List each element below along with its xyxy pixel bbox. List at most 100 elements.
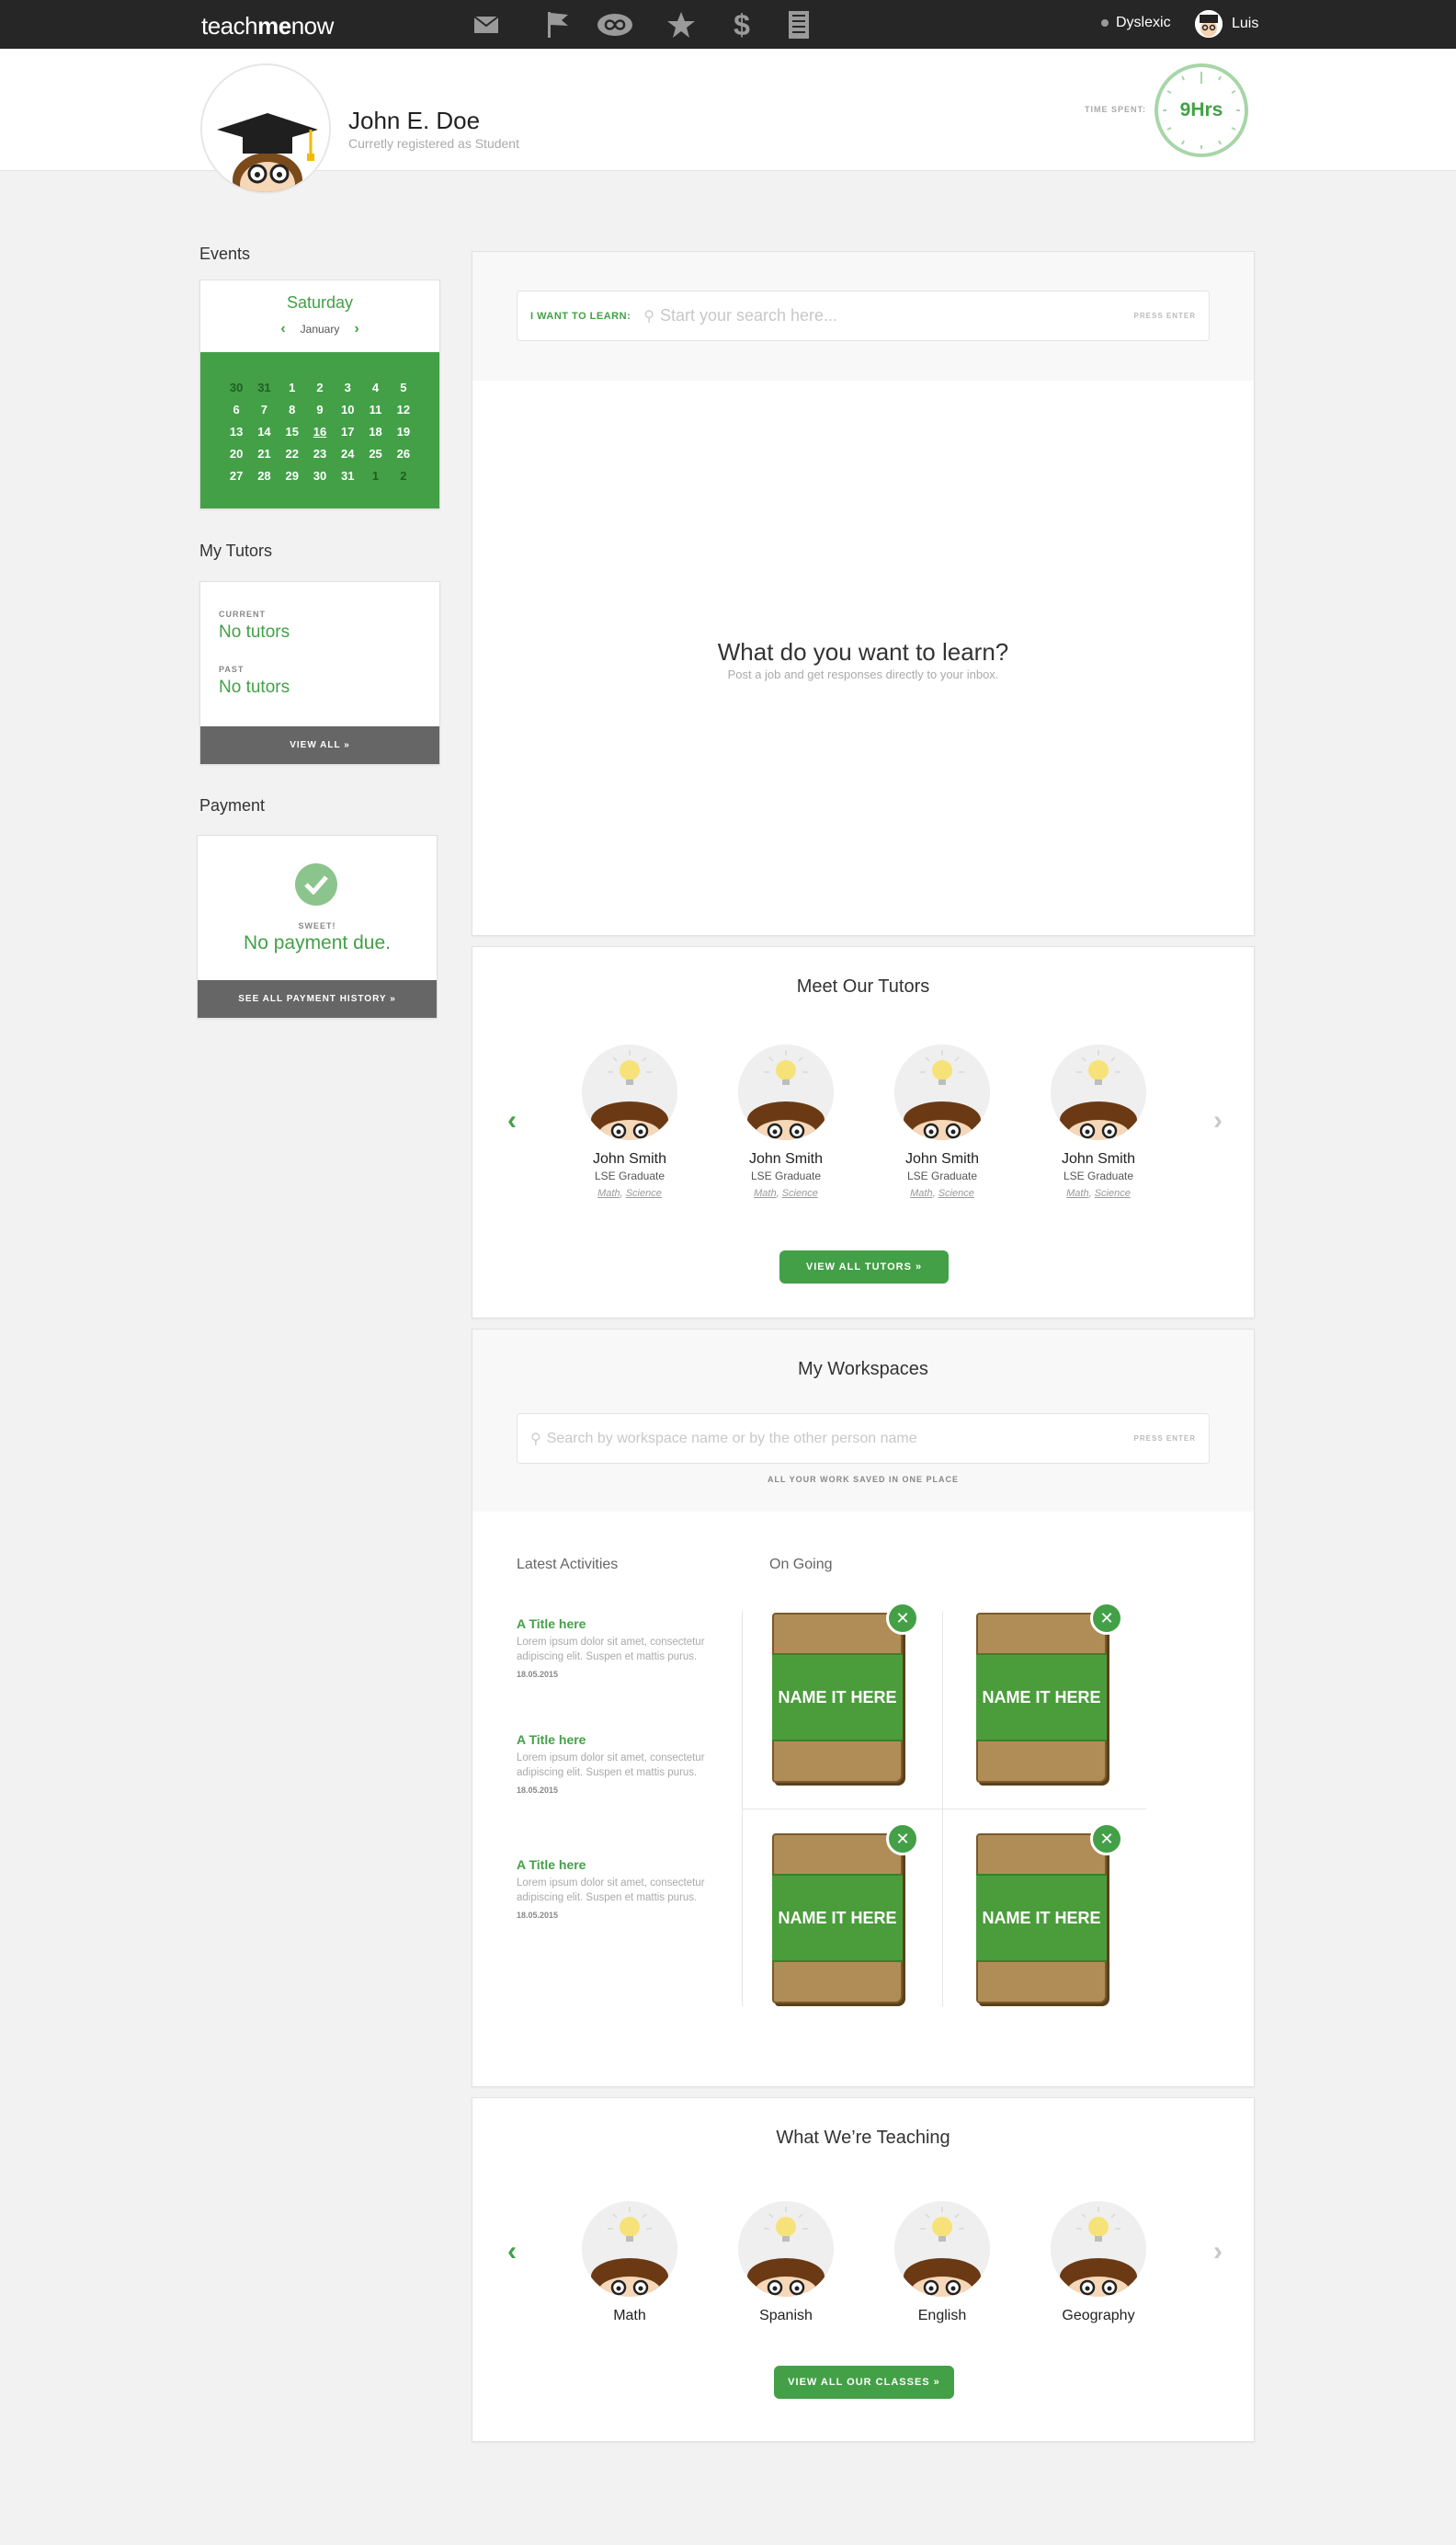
- calendar-date[interactable]: 24: [334, 442, 361, 464]
- calendar-date[interactable]: 5: [390, 376, 417, 398]
- press-enter-hint: PRESS ENTER: [1133, 1434, 1196, 1443]
- calendar-date[interactable]: 26: [390, 442, 417, 464]
- class-card[interactable]: Spanish: [726, 2201, 846, 2324]
- calendar-date[interactable]: 2: [306, 376, 334, 398]
- calendar-date[interactable]: 3: [334, 376, 361, 398]
- workspace-notebook[interactable]: NAME IT HERE ✕: [976, 1602, 1123, 1787]
- calendar-date[interactable]: 21: [250, 442, 278, 464]
- brand-logo[interactable]: teachmenow: [201, 12, 334, 40]
- profile-avatar[interactable]: [200, 63, 331, 194]
- tutor-tag[interactable]: Science: [782, 1188, 818, 1199]
- notebook-label: NAME IT HERE: [772, 1874, 903, 1962]
- activity-title[interactable]: A Title here: [517, 1857, 714, 1872]
- calendar-date[interactable]: 31: [334, 464, 361, 486]
- calendar-month: January: [300, 323, 340, 336]
- infinity-icon[interactable]: [596, 10, 634, 40]
- calendar-date[interactable]: 29: [279, 464, 306, 486]
- calendar-date[interactable]: 7: [250, 398, 278, 420]
- calendar-date[interactable]: 1: [361, 464, 389, 486]
- star-icon[interactable]: [665, 10, 697, 40]
- carousel-next-icon[interactable]: ›: [1213, 1105, 1223, 1136]
- tutor-tag[interactable]: Math: [597, 1188, 620, 1199]
- tutor-card[interactable]: John Smith LSE Graduate Math, Science: [726, 1044, 846, 1199]
- calendar-date[interactable]: 22: [279, 442, 306, 464]
- carousel-prev-icon[interactable]: ‹: [507, 2236, 517, 2267]
- calendar-date[interactable]: 1: [279, 376, 306, 398]
- calendar-date[interactable]: 23: [306, 442, 334, 464]
- tutor-card[interactable]: John Smith LSE Graduate Math, Science: [1039, 1044, 1158, 1199]
- calendar-date[interactable]: 14: [250, 420, 278, 442]
- tutor-tag[interactable]: Math: [754, 1188, 776, 1199]
- workspace-notebook[interactable]: NAME IT HERE ✕: [976, 1822, 1123, 2008]
- notebook-icon[interactable]: [783, 10, 814, 40]
- calendar-date[interactable]: 15: [279, 420, 306, 442]
- user-menu[interactable]: Luis: [1195, 10, 1258, 38]
- workspace-notebook[interactable]: NAME IT HERE ✕: [772, 1822, 919, 2008]
- mail-icon[interactable]: [471, 10, 502, 40]
- tutor-tag[interactable]: Science: [626, 1188, 662, 1199]
- dollar-icon[interactable]: $: [726, 8, 757, 41]
- calendar-date[interactable]: 4: [361, 376, 389, 398]
- close-icon[interactable]: ✕: [1090, 1822, 1123, 1855]
- calendar-date[interactable]: 30: [306, 464, 334, 486]
- close-icon[interactable]: ✕: [1090, 1602, 1123, 1635]
- calendar-date[interactable]: 31: [250, 376, 278, 398]
- tutor-tag[interactable]: Science: [1095, 1188, 1131, 1199]
- chevron-left-icon[interactable]: ‹: [280, 321, 285, 337]
- current-tutors-label: CURRENT: [219, 610, 266, 619]
- tutor-degree: LSE Graduate: [906, 1170, 978, 1182]
- workspace-notebook[interactable]: NAME IT HERE ✕: [772, 1602, 919, 1787]
- calendar-date[interactable]: 27: [222, 464, 250, 486]
- calendar-date[interactable]: 6: [222, 398, 250, 420]
- calendar-date[interactable]: 2: [390, 464, 417, 486]
- calendar-date[interactable]: 19: [390, 420, 417, 442]
- close-icon[interactable]: ✕: [886, 1822, 919, 1855]
- payment-status: No payment due.: [244, 932, 391, 953]
- calendar-date[interactable]: 18: [361, 420, 389, 442]
- view-all-tutors-button[interactable]: VIEW ALL »: [200, 726, 439, 764]
- calendar-date[interactable]: 12: [390, 398, 417, 420]
- logo-prefix: teach: [201, 12, 258, 40]
- view-all-classes-cta[interactable]: VIEW ALL OUR CLASSES »: [774, 2366, 954, 2399]
- calendar-date[interactable]: 11: [361, 398, 389, 420]
- activity-title[interactable]: A Title here: [517, 1616, 714, 1631]
- learn-search-input[interactable]: [659, 306, 1134, 325]
- carousel-next-icon[interactable]: ›: [1213, 2236, 1223, 2267]
- activity-date: 18.05.2015: [517, 1786, 559, 1795]
- learn-panel: I WANT TO LEARN: ⚲ PRESS ENTER What do y…: [472, 251, 1255, 936]
- tutor-card[interactable]: John Smith LSE Graduate Math, Science: [570, 1044, 689, 1199]
- view-all-tutors-cta[interactable]: VIEW ALL TUTORS »: [779, 1250, 949, 1284]
- dyslexic-toggle[interactable]: Dyslexic: [1101, 15, 1171, 31]
- workspace-search-input[interactable]: [546, 1430, 1134, 1447]
- payment-sweet-label: SWEET!: [298, 921, 336, 930]
- tutor-name: John Smith: [748, 1151, 824, 1167]
- calendar-date[interactable]: 10: [334, 398, 361, 420]
- calendar-date[interactable]: 9: [306, 398, 334, 420]
- calendar-date-today[interactable]: 16: [306, 420, 334, 442]
- flag-icon[interactable]: [542, 10, 574, 40]
- close-icon[interactable]: ✕: [886, 1602, 919, 1635]
- dyslexic-label: Dyslexic: [1116, 15, 1171, 30]
- current-tutors-value: No tutors: [219, 622, 290, 642]
- calendar-date[interactable]: 13: [222, 420, 250, 442]
- activity-body: Lorem ipsum dolor sit amet, consectetur …: [517, 1877, 705, 1903]
- tutor-tag[interactable]: Math: [910, 1188, 932, 1199]
- payment-history-button[interactable]: SEE ALL PAYMENT HISTORY »: [198, 980, 437, 1018]
- calendar-date[interactable]: 25: [361, 442, 389, 464]
- calendar-date[interactable]: 28: [250, 464, 278, 486]
- calendar-date[interactable]: 20: [222, 442, 250, 464]
- carousel-prev-icon[interactable]: ‹: [507, 1105, 517, 1136]
- class-card[interactable]: English: [882, 2201, 1002, 2324]
- tutor-tag[interactable]: Science: [938, 1188, 974, 1199]
- tutor-avatar: [738, 1044, 834, 1140]
- calendar-date[interactable]: 30: [222, 376, 250, 398]
- calendar-date[interactable]: 8: [279, 398, 306, 420]
- tutor-tag[interactable]: Math: [1066, 1188, 1088, 1199]
- activity-title[interactable]: A Title here: [517, 1732, 714, 1747]
- class-card[interactable]: Geography: [1039, 2201, 1158, 2324]
- class-card[interactable]: Math: [570, 2201, 689, 2324]
- tutor-card[interactable]: John Smith LSE Graduate Math, Science: [882, 1044, 1002, 1199]
- chevron-right-icon[interactable]: ›: [354, 321, 358, 337]
- search-icon: ⚲: [530, 1431, 541, 1447]
- calendar-date[interactable]: 17: [334, 420, 361, 442]
